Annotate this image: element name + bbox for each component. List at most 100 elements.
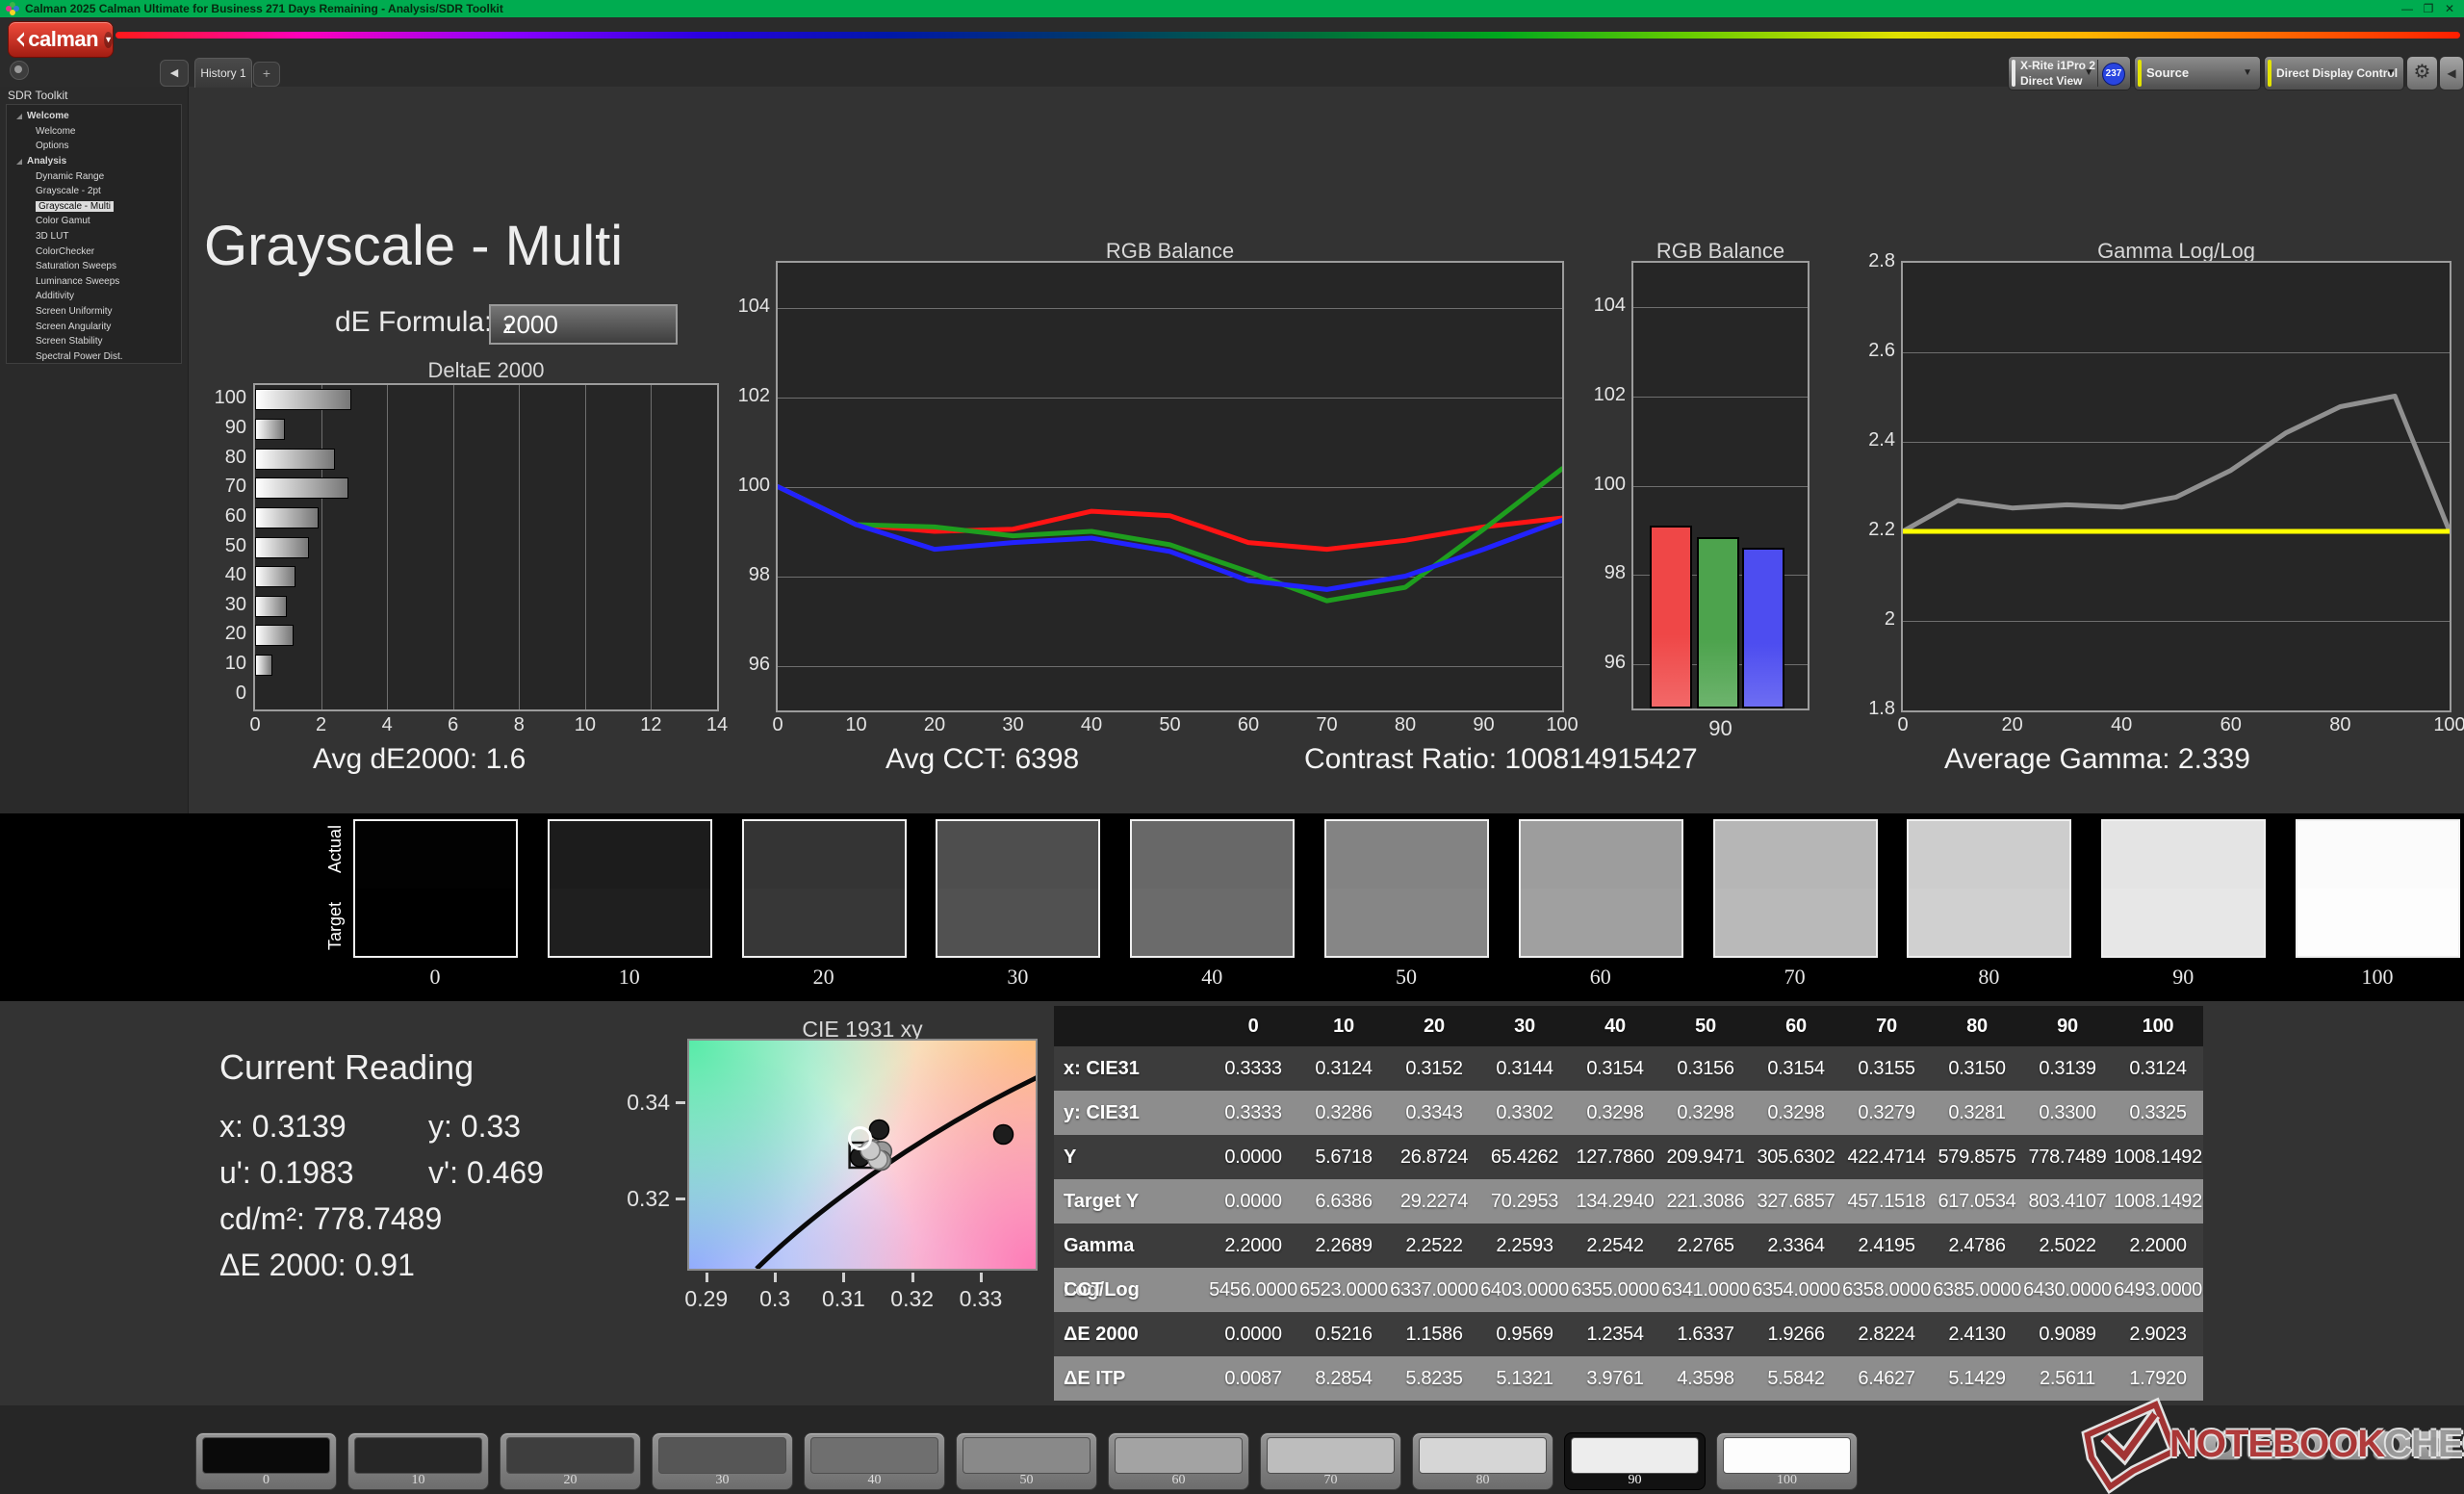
sidebar-item-welcome[interactable]: Welcome <box>7 124 181 140</box>
swatch-level-label: 70 <box>1784 965 1806 989</box>
table-cell: 2.9023 <box>2129 1324 2187 1345</box>
layout-dot-button[interactable] <box>10 61 29 80</box>
level-button-20[interactable]: 20 <box>500 1432 641 1490</box>
swatch-level-label: 30 <box>1007 965 1029 989</box>
media-button-5[interactable] <box>2372 1430 2411 1460</box>
level-patch <box>1723 1437 1851 1474</box>
level-button-100[interactable]: 100 <box>1716 1432 1858 1490</box>
swatch-level-label: 80 <box>1978 965 2000 989</box>
swatch-actual <box>1326 821 1487 889</box>
deltae-x-tick: 2 <box>316 714 327 735</box>
table-cell: 0.0000 <box>1224 1146 1282 1168</box>
level-button-70[interactable]: 70 <box>1260 1432 1401 1490</box>
tree-expand-icon[interactable] <box>16 113 22 119</box>
current-reading-title: Current Reading <box>219 1047 475 1087</box>
table-cell: 778.7489 <box>2028 1146 2107 1168</box>
cie-y-tickmark <box>676 1101 685 1104</box>
cie-1931-chart <box>687 1039 1038 1271</box>
table-cell: 5.8235 <box>1405 1368 1463 1389</box>
table-cell: 1008.1492 <box>2114 1191 2202 1212</box>
display-control-dropdown[interactable]: Direct Display Control ▼ <box>2264 56 2404 90</box>
calman-menu-button[interactable]: calman ▼ <box>8 21 114 58</box>
meter-dropdown[interactable]: X-Rite i1Pro 2 Direct View ▼ 237 <box>2008 56 2131 90</box>
media-button-4[interactable] <box>2330 1430 2370 1460</box>
sidebar-item-saturation-sweeps[interactable]: Saturation Sweeps <box>7 259 181 274</box>
level-button-40[interactable]: 40 <box>804 1432 945 1490</box>
reading-y: y: 0.33 <box>428 1109 522 1144</box>
table-header-row: 0 10 20 30 40 50 60 70 80 90 100 <box>1054 1006 2203 1046</box>
table-col-header: 30 <box>1514 1016 1535 1037</box>
table-cell: 70.2953 <box>1490 1191 1559 1212</box>
deltae-y-tick: 10 <box>224 653 246 675</box>
level-button-80[interactable]: 80 <box>1412 1432 1553 1490</box>
rgbline-plot-y-tick: 104 <box>737 295 770 317</box>
panel-collapse-button[interactable]: ◀ <box>2439 56 2464 90</box>
meter-count-badge[interactable]: 237 <box>2102 63 2125 86</box>
level-button-90[interactable]: 90 <box>1564 1432 1706 1490</box>
de-formula-dropdown[interactable]: 2000 ▼ <box>489 304 678 345</box>
sidebar-item-colorchecker[interactable]: ColorChecker <box>7 244 181 259</box>
source-status-stripe <box>2138 60 2142 87</box>
cie-x-tickmark <box>774 1273 778 1282</box>
level-button-0[interactable]: 0 <box>195 1432 337 1490</box>
table-row-label: ΔE ITP <box>1064 1368 1126 1389</box>
table-row-label: Y <box>1064 1146 1077 1168</box>
settings-button[interactable]: ⚙ <box>2406 56 2438 90</box>
sidebar-collapse-button[interactable]: ◀ <box>160 60 189 87</box>
tab-history-1[interactable]: History 1 <box>194 58 252 88</box>
sidebar-item-grayscale-2pt[interactable]: Grayscale - 2pt <box>7 184 181 199</box>
reading-u: u': 0.1983 <box>219 1155 354 1190</box>
table-col-header: 90 <box>2057 1016 2078 1037</box>
source-dropdown[interactable]: Source ▼ <box>2134 56 2261 90</box>
deltae-bar-10 <box>255 655 272 677</box>
media-button-3[interactable] <box>2288 1430 2327 1460</box>
deltae-x-tick: 6 <box>448 714 459 735</box>
maximize-icon[interactable]: ❐ <box>2418 0 2439 17</box>
sidebar-item-screen-uniformity[interactable]: Screen Uniformity <box>7 304 181 320</box>
sidebar-item-luminance-sweeps[interactable]: Luminance Sweeps <box>7 274 181 290</box>
deltae-x-tick: 14 <box>706 714 729 735</box>
media-button-2[interactable] <box>2246 1430 2285 1460</box>
table-cell: 0.0000 <box>1224 1324 1282 1345</box>
table-cell: 6.6386 <box>1315 1191 1373 1212</box>
level-button-label: 80 <box>1476 1473 1490 1487</box>
level-button-60[interactable]: 60 <box>1108 1432 1249 1490</box>
sidebar: SDR Toolkit Welcome Welcome Options Analysi… <box>0 87 189 813</box>
media-icon <box>2257 1437 2273 1453</box>
table-col-header: 100 <box>2142 1016 2174 1037</box>
media-button-1[interactable] <box>2204 1430 2243 1460</box>
sidebar-item-color-gamut[interactable]: Color Gamut <box>7 214 181 229</box>
source-label: Source <box>2146 65 2190 80</box>
sidebar-item-3d-lut[interactable]: 3D LUT <box>7 229 181 245</box>
table-cell: 0.3302 <box>1496 1102 1553 1123</box>
sidebar-item-options[interactable]: Options <box>7 139 181 154</box>
table-cell: 0.3139 <box>2039 1058 2096 1079</box>
sidebar-item-spectral-power-dist[interactable]: Spectral Power Dist. <box>7 349 181 365</box>
sidebar-item-screen-stability[interactable]: Screen Stability <box>7 334 181 349</box>
level-button-30[interactable]: 30 <box>652 1432 793 1490</box>
table-cell: 1.1586 <box>1405 1324 1463 1345</box>
table-cell: 579.8575 <box>1938 1146 2016 1168</box>
level-button-10[interactable]: 10 <box>347 1432 489 1490</box>
minimize-icon[interactable]: — <box>2397 0 2418 17</box>
sidebar-item-additivity[interactable]: Additivity <box>7 289 181 304</box>
sidebar-item-screen-angularity[interactable]: Screen Angularity <box>7 319 181 334</box>
table-cell: 2.2542 <box>1586 1235 1644 1256</box>
close-icon[interactable]: ✕ <box>2439 0 2460 17</box>
table-cell: 6341.0000 <box>1661 1279 1750 1301</box>
sidebar-item-welcome[interactable]: Welcome <box>7 109 181 124</box>
tree-expand-icon[interactable] <box>16 158 22 165</box>
sidebar-item-analysis[interactable]: Analysis <box>7 154 181 169</box>
add-tab-button[interactable]: + <box>253 62 280 87</box>
swatch-actual <box>1520 821 1681 889</box>
chevron-left-icon: ◀ <box>2447 66 2456 80</box>
media-button-6[interactable] <box>2414 1430 2453 1460</box>
workflow-tree: Welcome Welcome Options Analysis Dynamic Ran… <box>6 104 182 364</box>
sidebar-item-grayscale-multi[interactable]: Grayscale - Multi <box>7 199 181 215</box>
table-cell: 26.8724 <box>1399 1146 1469 1168</box>
rgbline-plot-x-tick: 100 <box>1546 714 1578 735</box>
sidebar-item-dynamic-range[interactable]: Dynamic Range <box>7 168 181 184</box>
cie-y-tick: 0.32 <box>627 1186 670 1211</box>
level-button-50[interactable]: 50 <box>956 1432 1097 1490</box>
gridline <box>584 385 586 709</box>
